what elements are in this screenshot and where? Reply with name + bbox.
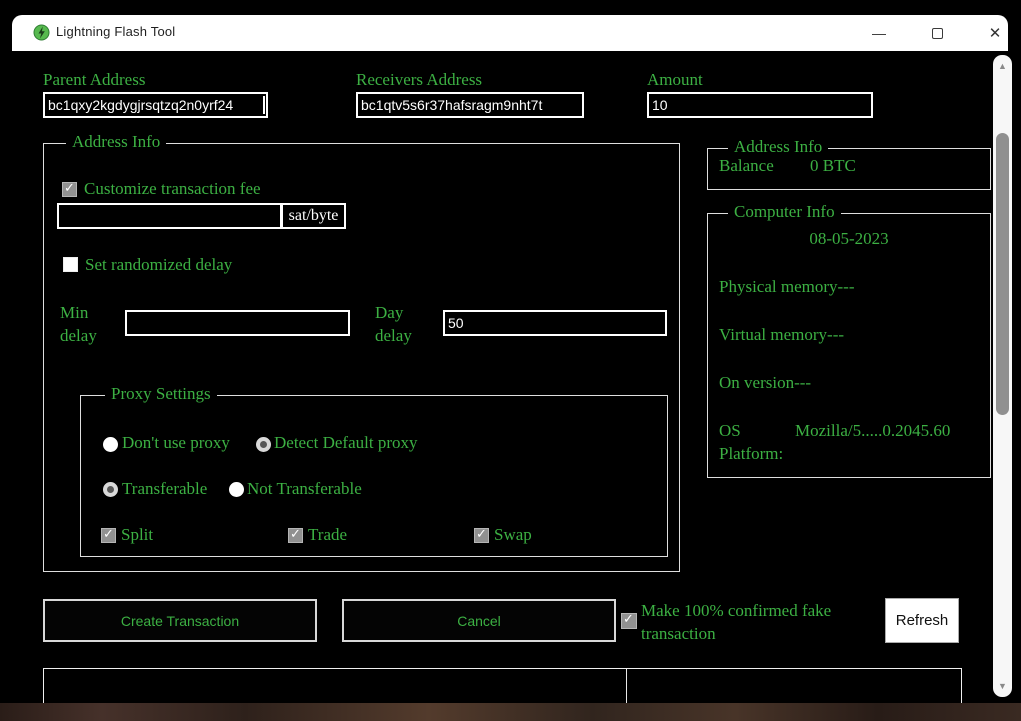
proxy-settings-groupbox: Proxy Settings xyxy=(80,395,668,557)
scroll-down-icon[interactable]: ▼ xyxy=(993,681,1012,691)
fee-unit-label: sat/byte xyxy=(289,207,339,225)
radio-transferable[interactable] xyxy=(103,482,118,497)
fee-input[interactable] xyxy=(57,203,282,229)
balance-value: 0 BTC xyxy=(810,156,856,176)
day-delay-label: Day delay xyxy=(375,301,427,347)
parent-address-input[interactable] xyxy=(43,92,268,118)
proxy-settings-group-title: Proxy Settings xyxy=(105,384,217,404)
minimize-button[interactable]: — xyxy=(857,17,901,49)
maximize-icon xyxy=(932,28,943,39)
fake-transaction-checkbox[interactable] xyxy=(621,613,637,629)
close-button[interactable]: ✕ xyxy=(973,17,1017,49)
desktop-screen: Lightning Flash Tool — ✕ Parent Address … xyxy=(0,0,1021,721)
customize-fee-label: Customize transaction fee xyxy=(84,179,261,199)
balance-group-title: Address Info xyxy=(728,137,828,157)
create-transaction-button[interactable]: Create Transaction xyxy=(43,599,317,642)
scrollbar-thumb[interactable] xyxy=(996,133,1009,415)
os-value: Mozilla/5.....0.2045.60 xyxy=(795,421,950,441)
scroll-up-icon[interactable]: ▲ xyxy=(993,61,1012,71)
receivers-address-label: Receivers Address xyxy=(356,70,482,90)
window-title: Lightning Flash Tool xyxy=(56,24,175,39)
radio-not-transferable[interactable] xyxy=(229,482,244,497)
balance-label: Balance xyxy=(719,156,774,176)
address-info-group-title: Address Info xyxy=(66,132,166,152)
desktop-wallpaper xyxy=(0,703,1021,721)
trade-label: Trade xyxy=(308,525,347,545)
receivers-address-input[interactable] xyxy=(356,92,584,118)
swap-label: Swap xyxy=(494,525,532,545)
radio-not-transferable-label: Not Transferable xyxy=(247,479,362,499)
physical-memory-text: Physical memory--- xyxy=(719,277,855,297)
min-delay-label: Min delay xyxy=(60,301,112,347)
radio-dont-use-proxy[interactable] xyxy=(103,437,118,452)
day-delay-input[interactable] xyxy=(443,310,667,336)
fake-transaction-label: Make 100% confirmed fake transaction xyxy=(641,599,877,645)
computer-info-group-title: Computer Info xyxy=(728,202,841,222)
amount-input[interactable] xyxy=(647,92,873,118)
maximize-button[interactable] xyxy=(915,17,959,49)
cancel-button[interactable]: Cancel xyxy=(342,599,616,642)
split-checkbox[interactable] xyxy=(101,528,116,543)
parent-address-label: Parent Address xyxy=(43,70,145,90)
radio-dont-use-proxy-label: Don't use proxy xyxy=(122,433,230,453)
on-version-text: On version--- xyxy=(719,373,811,393)
radio-detect-default-proxy-label: Detect Default proxy xyxy=(274,433,418,453)
radio-detect-default-proxy[interactable] xyxy=(256,437,271,452)
window-titlebar[interactable]: Lightning Flash Tool — ✕ xyxy=(12,15,1008,51)
platform-label: Platform: xyxy=(719,444,783,464)
computer-date: 08-05-2023 xyxy=(707,229,991,249)
fee-unit-box: sat/byte xyxy=(281,203,346,229)
split-label: Split xyxy=(121,525,153,545)
customize-fee-checkbox[interactable] xyxy=(62,182,77,197)
trade-checkbox[interactable] xyxy=(288,528,303,543)
app-icon xyxy=(33,24,50,41)
swap-checkbox[interactable] xyxy=(474,528,489,543)
virtual-memory-text: Virtual memory--- xyxy=(719,325,844,345)
randomized-delay-label: Set randomized delay xyxy=(85,255,232,275)
amount-label: Amount xyxy=(647,70,703,90)
os-label: OS xyxy=(719,421,741,441)
randomized-delay-checkbox[interactable] xyxy=(63,257,78,272)
refresh-button[interactable]: Refresh xyxy=(885,598,959,643)
text-caret xyxy=(263,96,265,114)
radio-transferable-label: Transferable xyxy=(122,479,207,499)
min-delay-input[interactable] xyxy=(125,310,350,336)
